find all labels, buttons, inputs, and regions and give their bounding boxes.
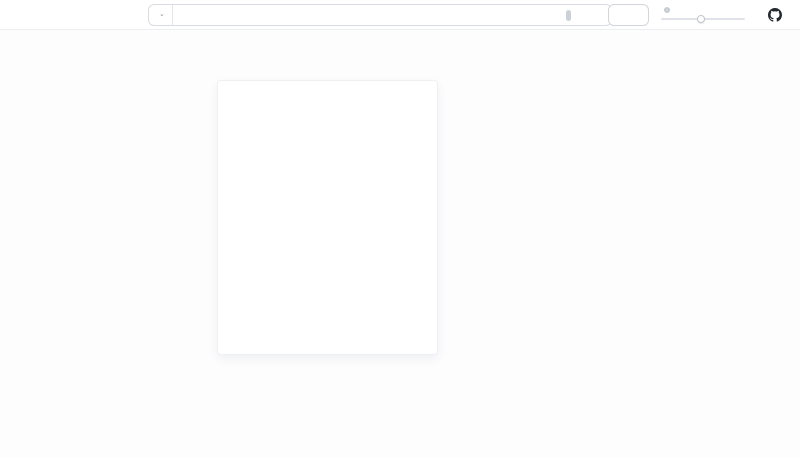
temperature-control: i xyxy=(661,4,745,26)
visualization-canvas xyxy=(0,30,800,457)
clear-input-icon[interactable] xyxy=(566,10,571,21)
example-dropdown[interactable]: ⌄ xyxy=(149,5,173,25)
prompt-input[interactable] xyxy=(173,10,566,20)
info-icon[interactable]: i xyxy=(664,7,670,13)
card-lines-layer xyxy=(218,81,439,356)
temperature-slider[interactable] xyxy=(661,15,745,23)
github-icon[interactable] xyxy=(768,8,782,22)
chevron-down-icon: ⌄ xyxy=(159,10,165,18)
temperature-slider-thumb[interactable] xyxy=(697,15,705,23)
prompt-input-group: ⌄ xyxy=(148,4,612,26)
toolbar: ⌄ i xyxy=(0,0,800,30)
attention-head-card xyxy=(217,80,438,355)
generate-button[interactable] xyxy=(608,4,649,26)
